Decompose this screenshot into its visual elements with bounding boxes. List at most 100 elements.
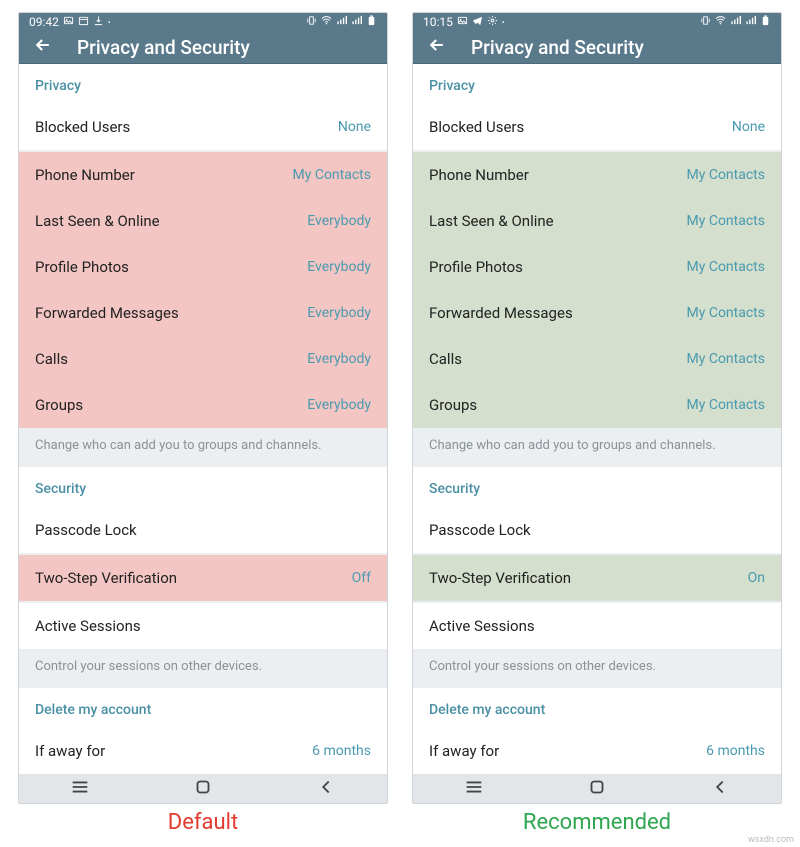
wifi-icon [715,15,726,29]
android-navbar [413,774,781,803]
row-passcode-lock[interactable]: Passcode Lock [19,507,387,553]
row-value: None [732,119,765,135]
back-arrow-icon[interactable] [427,35,447,59]
caption-default: Default [168,810,238,835]
row-label: Groups [35,396,83,414]
signal-icon [730,15,741,29]
row-label: Passcode Lock [429,521,531,539]
section-delete: Delete my account [413,688,781,728]
row-profile-photos[interactable]: Profile Photos Everybody [19,244,387,290]
row-blocked-users[interactable]: Blocked Users None [413,104,781,150]
row-calls[interactable]: Calls My Contacts [413,336,781,382]
row-value: My Contacts [293,167,371,183]
row-value: None [338,119,371,135]
home-button[interactable] [586,776,608,802]
back-arrow-icon[interactable] [33,35,53,59]
row-active-sessions[interactable]: Active Sessions [19,603,387,649]
wifi-icon [321,15,332,29]
row-label: Passcode Lock [35,521,137,539]
row-label: Active Sessions [35,617,141,635]
page-title: Privacy and Security [471,36,644,59]
page-title: Privacy and Security [77,36,250,59]
dot-icon: • [108,18,111,27]
calendar-icon [78,15,89,29]
row-label: If away for [429,742,499,760]
row-value: Off [352,570,371,586]
home-button[interactable] [192,776,214,802]
app-header: Privacy and Security [413,31,781,64]
row-value: Everybody [307,351,371,367]
row-label: Calls [429,350,462,368]
recents-button[interactable] [69,776,91,802]
row-value: On [748,570,765,586]
back-button[interactable] [709,776,731,802]
row-value: Everybody [307,259,371,275]
row-passcode-lock[interactable]: Passcode Lock [413,507,781,553]
row-blocked-users[interactable]: Blocked Users None [19,104,387,150]
row-label: Last Seen & Online [35,212,160,230]
row-calls[interactable]: Calls Everybody [19,336,387,382]
row-label: If away for [35,742,105,760]
telegram-icon [472,15,483,29]
row-label: Two-Step Verification [429,569,571,587]
row-value: 6 months [312,743,371,759]
row-groups[interactable]: Groups My Contacts [413,382,781,428]
image-icon [457,15,468,29]
row-value: Everybody [307,397,371,413]
app-header: Privacy and Security [19,31,387,64]
download-icon [93,15,104,29]
row-phone-number[interactable]: Phone Number My Contacts [413,152,781,198]
image-icon [63,15,74,29]
row-if-away[interactable]: If away for 6 months [413,728,781,774]
row-label: Forwarded Messages [429,304,573,322]
row-groups[interactable]: Groups Everybody [19,382,387,428]
helper-groups: Change who can add you to groups and cha… [19,428,387,467]
row-value: My Contacts [687,213,765,229]
row-forwarded-messages[interactable]: Forwarded Messages My Contacts [413,290,781,336]
section-delete: Delete my account [19,688,387,728]
battery-icon [366,15,377,29]
row-phone-number[interactable]: Phone Number My Contacts [19,152,387,198]
row-label: Blocked Users [35,118,130,136]
row-label: Profile Photos [429,258,523,276]
watermark: wsxdn.com [748,835,794,845]
section-privacy: Privacy [413,64,781,104]
back-button[interactable] [315,776,337,802]
status-bar: 09:42 • [19,13,387,31]
row-value: My Contacts [687,305,765,321]
phone-recommended: 10:15 • [412,12,782,804]
settings-list: Privacy Blocked Users None Phone Number … [413,64,781,774]
recents-button[interactable] [463,776,485,802]
row-value: Everybody [307,305,371,321]
row-value: My Contacts [687,351,765,367]
battery-icon [760,15,771,29]
row-value: My Contacts [687,259,765,275]
settings-icon [487,15,498,29]
phone-default: 09:42 • [18,12,388,804]
row-two-step[interactable]: Two-Step Verification On [413,555,781,601]
row-label: Last Seen & Online [429,212,554,230]
section-security: Security [19,467,387,507]
row-active-sessions[interactable]: Active Sessions [413,603,781,649]
row-label: Blocked Users [429,118,524,136]
row-forwarded-messages[interactable]: Forwarded Messages Everybody [19,290,387,336]
status-bar: 10:15 • [413,13,781,31]
section-security: Security [413,467,781,507]
signal-icon-2 [745,15,756,29]
row-two-step[interactable]: Two-Step Verification Off [19,555,387,601]
status-time: 09:42 [29,15,59,29]
row-label: Two-Step Verification [35,569,177,587]
row-last-seen[interactable]: Last Seen & Online My Contacts [413,198,781,244]
row-value: 6 months [706,743,765,759]
row-profile-photos[interactable]: Profile Photos My Contacts [413,244,781,290]
section-privacy: Privacy [19,64,387,104]
signal-icon-2 [351,15,362,29]
vibrate-icon [306,15,317,29]
row-value: Everybody [307,213,371,229]
dot-icon: • [502,18,505,27]
row-label: Calls [35,350,68,368]
row-last-seen[interactable]: Last Seen & Online Everybody [19,198,387,244]
row-label: Phone Number [35,166,135,184]
row-label: Active Sessions [429,617,535,635]
row-if-away[interactable]: If away for 6 months [19,728,387,774]
